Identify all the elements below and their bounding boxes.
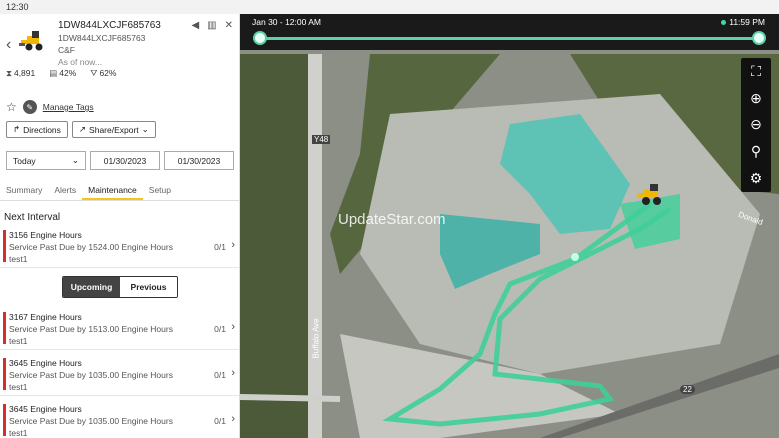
asset-group: C&F <box>58 45 75 55</box>
tab-summary[interactable]: Summary <box>0 179 48 200</box>
item-status: Service Past Due by 1035.00 Engine Hours <box>9 370 173 380</box>
asset-title: 1DW844LXCJF685763 <box>58 20 161 31</box>
item-count: 0/1 <box>214 324 226 334</box>
status-bar: 12:30 <box>0 0 779 14</box>
satellite-map[interactable]: Y48 Buffalo Ave Donald 22 UpdateStar.com… <box>240 14 779 438</box>
item-count: 0/1 <box>214 370 226 380</box>
maintenance-item[interactable]: 3645 Engine Hours Service Past Due by 10… <box>0 354 239 396</box>
share-icon: ↗ <box>78 124 87 134</box>
header-icons: ◀ ▥ ✕ <box>191 20 233 31</box>
chevron-right-icon: › <box>231 413 235 425</box>
directions-icon: ↱ <box>13 124 21 134</box>
asset-header: ‹ 1DW844LXCJF685763 1DW844LXCJF685763 C&… <box>0 14 239 84</box>
asset-serial: 1DW844LXCJF685763 <box>58 33 146 43</box>
chevron-right-icon: › <box>231 321 235 333</box>
item-note: test1 <box>9 336 28 346</box>
item-hours: 3645 Engine Hours <box>9 358 82 368</box>
tab-setup[interactable]: Setup <box>143 179 177 200</box>
fullscreen-icon[interactable]: ⛶ <box>751 63 761 80</box>
status-time: 12:30 <box>6 2 29 12</box>
asset-as-of: As of now... <box>58 57 102 67</box>
detail-tabs: Summary Alerts Maintenance Setup <box>0 179 239 201</box>
item-count: 0/1 <box>214 416 226 426</box>
metric-def: ⛛ 62% <box>90 68 117 78</box>
locate-asset-icon[interactable]: ⚲ <box>751 143 761 160</box>
tab-maintenance[interactable]: Maintenance <box>82 179 143 200</box>
item-status: Service Past Due by 1524.00 Engine Hours <box>9 242 173 252</box>
item-hours: 3645 Engine Hours <box>9 404 82 414</box>
tags-row: ☆ ✎ Manage Tags <box>6 100 94 114</box>
favorite-star-icon[interactable]: ☆ <box>6 100 17 114</box>
timeline-end-handle[interactable] <box>752 31 766 45</box>
item-note: test1 <box>9 428 28 438</box>
live-dot-icon <box>721 19 727 25</box>
tab-alerts[interactable]: Alerts <box>48 179 82 200</box>
next-interval-title: Next Interval <box>4 212 61 223</box>
overdue-indicator <box>3 404 6 436</box>
road-label: Buffalo Ave <box>311 318 321 359</box>
range-select[interactable]: Today ⌄ <box>6 151 86 170</box>
close-icon[interactable]: ✕ <box>225 20 233 31</box>
settings-icon[interactable]: ⚙ <box>750 170 763 187</box>
overdue-indicator <box>3 358 6 390</box>
fuel-icon: ▤ <box>49 68 58 78</box>
edit-pencil-icon[interactable]: ✎ <box>22 100 37 114</box>
zoom-out-icon[interactable]: ⊖ <box>750 116 762 133</box>
asset-metrics: ⧗ 4,891 ▤ 42% ⛛ 62% <box>6 68 116 79</box>
map-imagery <box>240 14 779 438</box>
action-buttons: ↱ Directions ↗ Share/Export ⌄ <box>6 121 156 138</box>
road-label: Y48 <box>312 135 331 144</box>
metric-hours: ⧗ 4,891 <box>6 68 36 78</box>
item-note: test1 <box>9 382 28 392</box>
previous-button[interactable]: Previous <box>120 277 177 297</box>
wheel-loader-marker-icon[interactable] <box>634 182 664 206</box>
chevron-right-icon: › <box>231 367 235 379</box>
date-filter-row: Today ⌄ 01/30/2023 01/30/2023 <box>6 151 234 170</box>
item-note: test1 <box>9 254 28 264</box>
def-icon: ⛛ <box>90 68 98 78</box>
sound-icon[interactable]: ◀ <box>191 20 199 31</box>
maintenance-item[interactable]: 3167 Engine Hours Service Past Due by 15… <box>0 308 239 350</box>
playback-timeline: Jan 30 - 12:00 AM 11:59 PM <box>240 14 779 50</box>
metric-fuel: ▤ 42% <box>49 68 77 78</box>
hours-icon: ⧗ <box>6 68 12 78</box>
wheel-loader-icon <box>19 31 43 51</box>
item-hours: 3167 Engine Hours <box>9 312 82 322</box>
manage-tags-link[interactable]: Manage Tags <box>43 102 94 112</box>
columns-icon[interactable]: ▥ <box>207 20 216 31</box>
chevron-down-icon: ⌄ <box>71 155 79 165</box>
item-status: Service Past Due by 1035.00 Engine Hours <box>9 416 173 426</box>
chevron-down-icon: ⌄ <box>141 124 149 134</box>
item-count: 0/1 <box>214 242 226 252</box>
zoom-in-icon[interactable]: ⊕ <box>750 90 762 107</box>
upcoming-button[interactable]: Upcoming <box>63 277 120 297</box>
timeline-end: 11:59 PM <box>721 17 765 27</box>
back-chevron-icon[interactable]: ‹ <box>6 36 11 54</box>
overdue-indicator <box>3 230 6 262</box>
interval-toggle: Upcoming Previous <box>62 276 178 298</box>
start-date-field[interactable]: 01/30/2023 <box>90 151 160 170</box>
timeline-start: Jan 30 - 12:00 AM <box>252 17 321 27</box>
maintenance-item[interactable]: 3645 Engine Hours Service Past Due by 10… <box>0 400 239 438</box>
share-export-button[interactable]: ↗ Share/Export ⌄ <box>71 121 156 138</box>
road-label: 22 <box>680 385 695 394</box>
map-controls: ⛶ ⊕ ⊖ ⚲ ⚙ <box>741 58 771 192</box>
watermark: UpdateStar.com <box>338 211 446 228</box>
end-date-field[interactable]: 01/30/2023 <box>164 151 234 170</box>
directions-button[interactable]: ↱ Directions <box>6 121 68 138</box>
item-status: Service Past Due by 1513.00 Engine Hours <box>9 324 173 334</box>
item-hours: 3156 Engine Hours <box>9 230 82 240</box>
chevron-right-icon: › <box>231 239 235 251</box>
timeline-start-handle[interactable] <box>253 31 267 45</box>
timeline-track[interactable] <box>260 37 760 40</box>
overdue-indicator <box>3 312 6 344</box>
maintenance-item[interactable]: 3156 Engine Hours Service Past Due by 15… <box>0 226 239 268</box>
asset-detail-panel: ‹ 1DW844LXCJF685763 1DW844LXCJF685763 C&… <box>0 14 240 438</box>
